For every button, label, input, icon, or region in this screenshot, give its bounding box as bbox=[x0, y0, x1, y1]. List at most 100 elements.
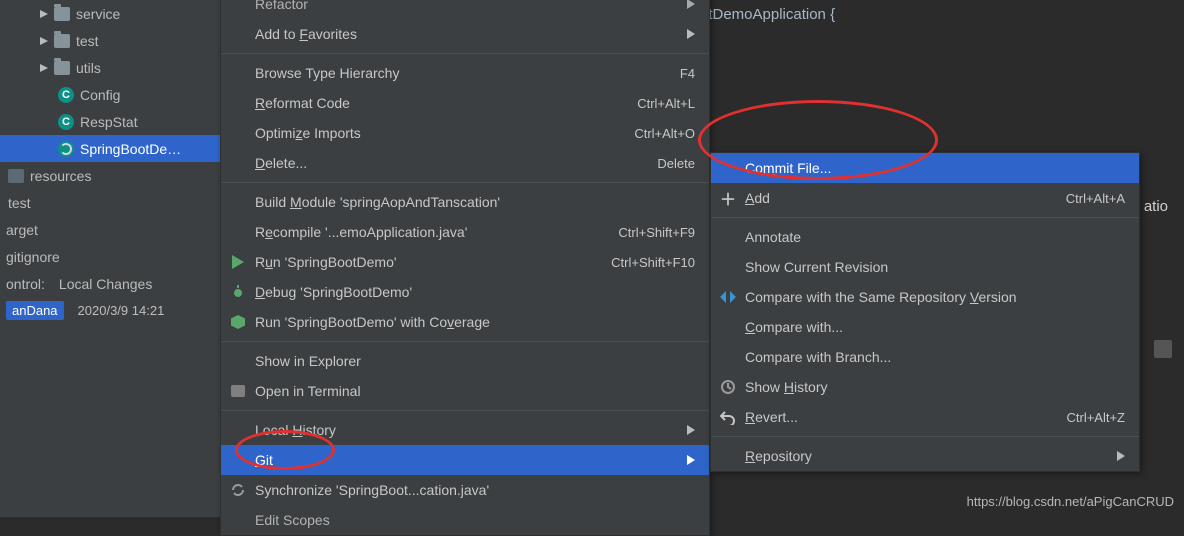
tree-label: Config bbox=[80, 87, 120, 103]
class-icon: C bbox=[58, 87, 74, 103]
menu-item-label: Local History bbox=[255, 422, 336, 438]
tree-class-springbootdemo[interactable]: SpringBootDe… bbox=[0, 135, 220, 162]
class-icon: C bbox=[58, 114, 74, 130]
menu-item-label: Show History bbox=[745, 379, 828, 395]
menu-item[interactable]: Show in Explorer bbox=[221, 346, 709, 376]
menu-item[interactable]: Compare with Branch... bbox=[711, 342, 1139, 372]
menu-item[interactable]: Run 'SpringBootDemo' with Coverage bbox=[221, 307, 709, 337]
submenu-arrow-icon bbox=[647, 452, 695, 468]
coverage-icon bbox=[229, 313, 247, 331]
menu-item[interactable]: Show History bbox=[711, 372, 1139, 402]
vc-toolbar[interactable]: ontrol: Local Changes bbox=[0, 270, 220, 297]
menu-item-label: Compare with... bbox=[745, 319, 843, 335]
menu-shortcut: Ctrl+Shift+F9 bbox=[578, 225, 695, 240]
menu-item[interactable]: Browse Type HierarchyF4 bbox=[221, 58, 709, 88]
menu-item[interactable]: Edit Scopes bbox=[221, 505, 709, 535]
menu-separator bbox=[711, 217, 1139, 218]
tree-class-config[interactable]: C Config bbox=[0, 81, 220, 108]
git-submenu[interactable]: Commit File... ＋AddCtrl+Alt+A Annotate Show… bbox=[710, 152, 1140, 472]
menu-item[interactable]: Git bbox=[221, 445, 709, 475]
expand-icon[interactable] bbox=[40, 37, 48, 45]
sync-icon bbox=[229, 481, 247, 499]
menu-item[interactable]: Refactor bbox=[221, 0, 709, 19]
code-line: otDemoApplication { bbox=[690, 0, 1184, 30]
menu-item[interactable]: Debug 'SpringBootDemo' bbox=[221, 277, 709, 307]
menu-item[interactable]: Add to Favorites bbox=[221, 19, 709, 49]
menu-item[interactable]: Run 'SpringBootDemo'Ctrl+Shift+F10 bbox=[221, 247, 709, 277]
tree-stray-target[interactable]: arget bbox=[0, 216, 220, 243]
menu-item-label: Show in Explorer bbox=[255, 353, 361, 369]
tree-stray-gitignore[interactable]: gitignore bbox=[0, 243, 220, 270]
menu-item[interactable]: ＋AddCtrl+Alt+A bbox=[711, 183, 1139, 213]
menu-item-label: Git bbox=[255, 452, 273, 468]
menu-shortcut: Ctrl+Alt+Z bbox=[1026, 410, 1125, 425]
run-icon bbox=[229, 253, 247, 271]
resources-icon bbox=[8, 169, 24, 183]
menu-item[interactable]: Annotate bbox=[711, 222, 1139, 252]
tree-folder-utils[interactable]: utils bbox=[0, 54, 220, 81]
context-menu[interactable]: Refactor Add to Favorites Browse Type Hier… bbox=[220, 0, 710, 536]
menu-item-label: Repository bbox=[745, 448, 812, 464]
commit-row[interactable]: anDana 2020/3/9 14:21 bbox=[0, 297, 220, 324]
menu-item[interactable]: Synchronize 'SpringBoot...cation.java' bbox=[221, 475, 709, 505]
menu-item[interactable]: Optimize ImportsCtrl+Alt+O bbox=[221, 118, 709, 148]
add-icon: ＋ bbox=[719, 189, 737, 207]
menu-item-label: Reformat Code bbox=[255, 95, 350, 111]
tree-folder-test[interactable]: test bbox=[0, 27, 220, 54]
menu-item-label: Browse Type Hierarchy bbox=[255, 65, 399, 81]
menu-item-label: Build Module 'springAopAndTanscation' bbox=[255, 194, 500, 210]
menu-separator bbox=[711, 436, 1139, 437]
menu-item[interactable]: Local History bbox=[221, 415, 709, 445]
menu-item[interactable]: Delete...Delete bbox=[221, 148, 709, 178]
menu-item-label: Compare with Branch... bbox=[745, 349, 891, 365]
gutter-mark-icon bbox=[1154, 340, 1172, 358]
spring-icon bbox=[58, 141, 74, 157]
project-tree[interactable]: service test utils C Config C RespStat S… bbox=[0, 0, 220, 517]
folder-icon bbox=[54, 61, 70, 75]
menu-separator bbox=[221, 341, 709, 342]
commit-date: 2020/3/9 14:21 bbox=[78, 303, 165, 318]
menu-item-label: Add to Favorites bbox=[255, 26, 357, 42]
tree-class-respstat[interactable]: C RespStat bbox=[0, 108, 220, 135]
menu-item[interactable]: Open in Terminal bbox=[221, 376, 709, 406]
tree-label: test bbox=[76, 33, 99, 49]
compare-icon bbox=[719, 288, 737, 306]
menu-item[interactable]: Reformat Code Ctrl+Alt+L bbox=[221, 88, 709, 118]
watermark: https://blog.csdn.net/aPigCanCRUD bbox=[967, 494, 1174, 509]
menu-item[interactable]: Commit File... bbox=[711, 153, 1139, 183]
menu-separator bbox=[221, 53, 709, 54]
tree-label: RespStat bbox=[80, 114, 138, 130]
commit-author: anDana bbox=[6, 301, 64, 320]
expand-icon[interactable] bbox=[40, 10, 48, 18]
menu-item-label: Open in Terminal bbox=[255, 383, 361, 399]
menu-separator bbox=[221, 410, 709, 411]
menu-item[interactable]: Compare with... bbox=[711, 312, 1139, 342]
menu-item-label: Annotate bbox=[745, 229, 801, 245]
tree-label: service bbox=[76, 6, 120, 22]
menu-item-label: Show Current Revision bbox=[745, 259, 888, 275]
menu-item-label: Run 'SpringBootDemo' with Coverage bbox=[255, 314, 490, 330]
menu-item-label: Optimize Imports bbox=[255, 125, 361, 141]
menu-item-label: Commit File... bbox=[745, 160, 831, 176]
menu-item-label: Compare with the Same Repository Version bbox=[745, 289, 1017, 305]
tree-folder-service[interactable]: service bbox=[0, 0, 220, 27]
tree-folder-test2[interactable]: test bbox=[0, 189, 220, 216]
menu-item-label: Delete... bbox=[255, 155, 307, 171]
menu-shortcut: Ctrl+Shift+F10 bbox=[571, 255, 695, 270]
vc-label: ontrol: bbox=[6, 276, 45, 292]
menu-item-label: Debug 'SpringBootDemo' bbox=[255, 284, 412, 300]
vc-tab[interactable]: Local Changes bbox=[59, 276, 152, 292]
menu-item[interactable]: Compare with the Same Repository Version bbox=[711, 282, 1139, 312]
menu-item[interactable]: Revert...Ctrl+Alt+Z bbox=[711, 402, 1139, 432]
revert-icon bbox=[719, 408, 737, 426]
menu-shortcut: Ctrl+Alt+L bbox=[597, 96, 695, 111]
menu-item[interactable]: Show Current Revision bbox=[711, 252, 1139, 282]
menu-item[interactable]: Build Module 'springAopAndTanscation' bbox=[221, 187, 709, 217]
menu-item-label: Refactor bbox=[255, 0, 308, 12]
menu-item[interactable]: Recompile '...emoApplication.java'Ctrl+S… bbox=[221, 217, 709, 247]
tree-folder-resources[interactable]: resources bbox=[0, 162, 220, 189]
menu-item[interactable]: Repository bbox=[711, 441, 1139, 471]
bug-icon bbox=[229, 283, 247, 301]
tree-label: SpringBootDe… bbox=[80, 141, 181, 157]
expand-icon[interactable] bbox=[40, 64, 48, 72]
